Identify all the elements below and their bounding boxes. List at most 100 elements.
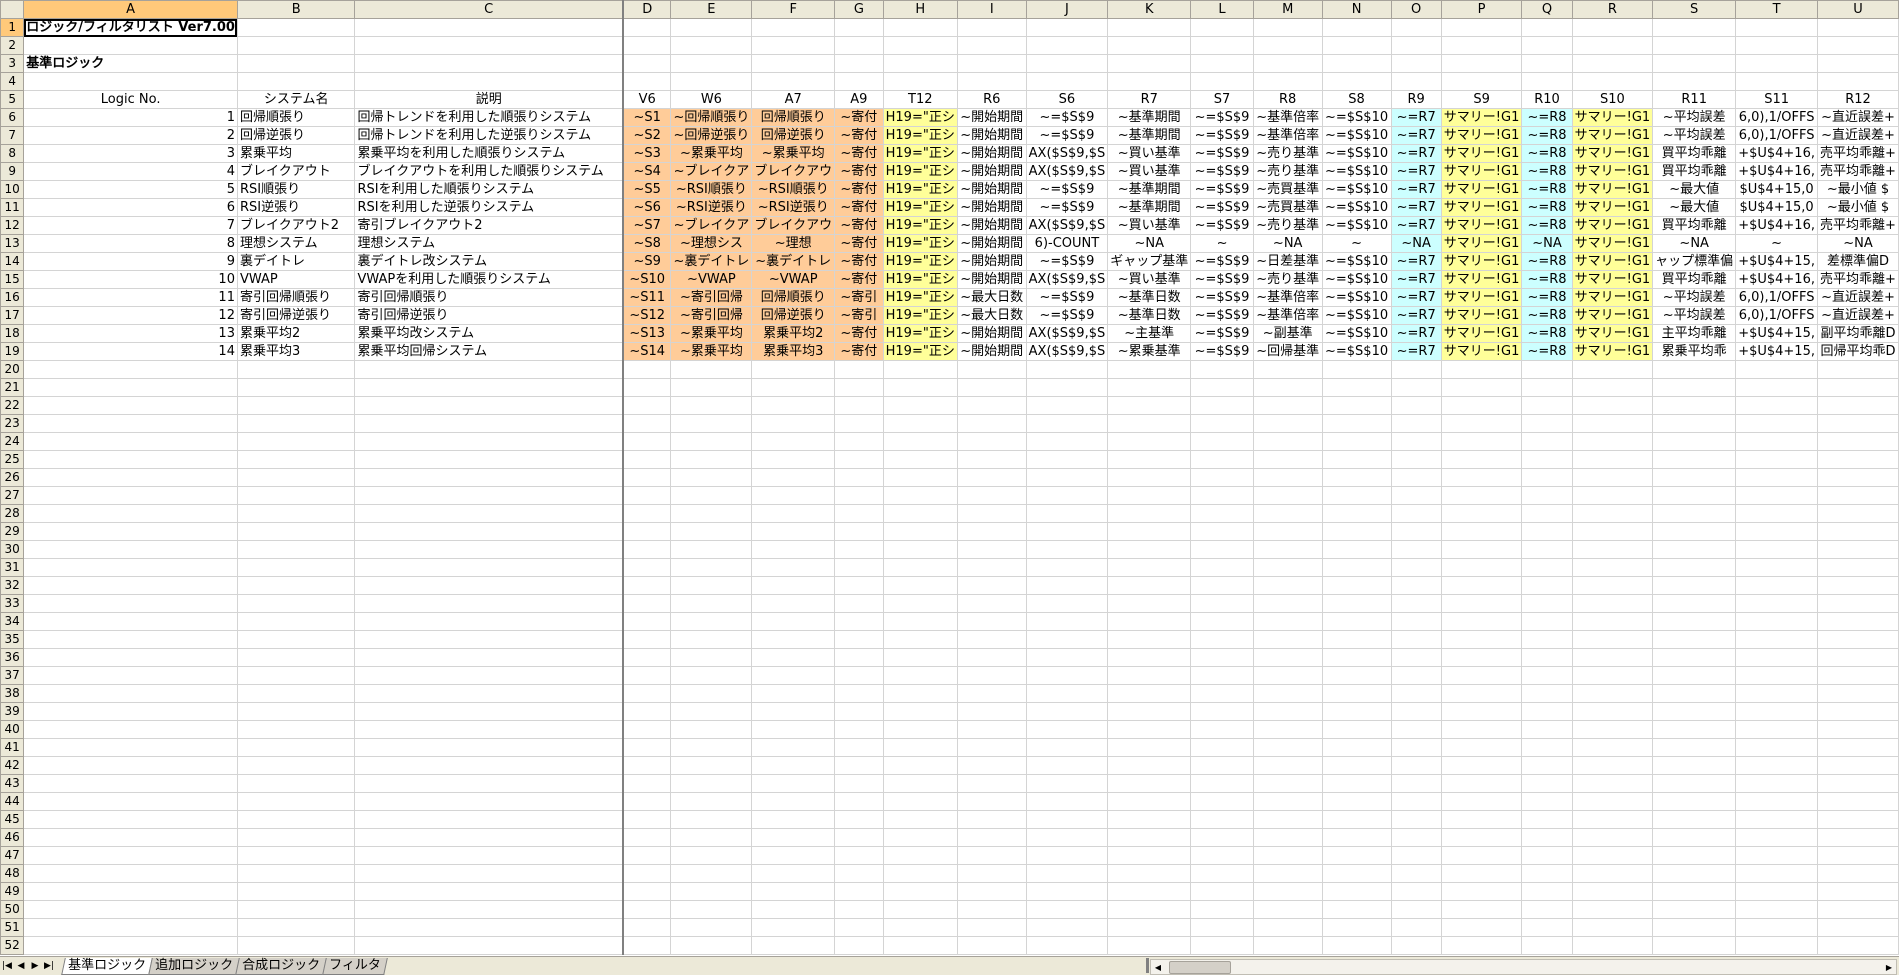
cell[interactable] (956, 810, 1027, 829)
row-header[interactable]: 3 (0, 54, 25, 73)
cell[interactable] (1390, 522, 1442, 541)
cell[interactable] (882, 666, 958, 685)
cell[interactable] (23, 918, 238, 937)
cell[interactable] (23, 612, 238, 631)
header-cell[interactable]: システム名 (236, 90, 356, 109)
cell[interactable] (1521, 558, 1573, 577)
cell[interactable] (751, 486, 836, 505)
cell[interactable] (1735, 738, 1818, 757)
row-header[interactable]: 7 (0, 126, 25, 145)
cell[interactable] (1735, 72, 1818, 91)
cell[interactable] (1190, 810, 1254, 829)
cell[interactable] (1652, 846, 1737, 865)
cell[interactable] (1521, 918, 1573, 937)
formula-cell[interactable]: ~最大値 (1652, 198, 1737, 217)
cell[interactable] (1816, 774, 1899, 793)
cell[interactable] (1735, 432, 1818, 451)
cell[interactable] (751, 666, 836, 685)
cell[interactable] (1735, 774, 1818, 793)
cell[interactable] (1735, 666, 1818, 685)
cell[interactable] (23, 792, 238, 811)
formula-cell[interactable]: ~=$S$9 (1190, 288, 1254, 307)
cell[interactable] (882, 828, 958, 847)
formula-cell[interactable]: ~平均誤差 (1652, 126, 1737, 145)
formula-cell[interactable]: ~=R8 (1521, 288, 1573, 307)
cell[interactable] (1440, 738, 1523, 757)
cell[interactable] (23, 396, 238, 415)
cell[interactable] (1440, 486, 1523, 505)
cell[interactable] (621, 594, 672, 613)
cell[interactable] (236, 864, 356, 883)
row-header[interactable]: 28 (0, 504, 25, 523)
cell[interactable] (1735, 900, 1818, 919)
cell[interactable] (1252, 486, 1323, 505)
cell[interactable] (882, 756, 958, 775)
section-title-cell[interactable]: 基準ロジック (23, 54, 238, 73)
cell[interactable] (956, 450, 1027, 469)
formula-cell[interactable]: 売平均乖離+ (1816, 162, 1899, 181)
cell[interactable] (1107, 918, 1192, 937)
cell[interactable] (1816, 468, 1899, 487)
cell[interactable] (1321, 756, 1392, 775)
cell[interactable] (354, 900, 624, 919)
formula-cell[interactable]: AX($S$9,$S (1025, 162, 1109, 181)
cell[interactable] (1107, 432, 1192, 451)
cell[interactable] (882, 630, 958, 649)
cell[interactable] (1652, 666, 1737, 685)
cell[interactable] (236, 576, 356, 595)
cell[interactable] (1440, 846, 1523, 865)
cell[interactable] (1107, 594, 1192, 613)
description-cell[interactable]: 裏デイトレ改システム (354, 252, 624, 271)
cell[interactable] (1440, 630, 1523, 649)
cell[interactable] (1025, 558, 1109, 577)
cell[interactable] (621, 558, 672, 577)
column-header-e[interactable]: E (670, 0, 753, 19)
cell[interactable] (1107, 576, 1192, 595)
cell[interactable] (1390, 18, 1442, 37)
formula-cell[interactable]: H19="正シ (882, 162, 958, 181)
cell[interactable] (751, 468, 836, 487)
description-cell[interactable]: RSIを利用した順張りシステム (354, 180, 624, 199)
cell[interactable] (1390, 756, 1442, 775)
formula-cell[interactable]: 累乗平均2 (751, 324, 836, 343)
cell[interactable] (751, 414, 836, 433)
cell[interactable] (1571, 720, 1654, 739)
cell[interactable] (1321, 612, 1392, 631)
system-name-cell[interactable]: 理想システム (236, 234, 356, 253)
row-header[interactable]: 52 (0, 936, 25, 955)
cell[interactable] (1571, 360, 1654, 379)
cell[interactable] (882, 432, 958, 451)
cell[interactable] (1025, 18, 1109, 37)
cell[interactable] (1440, 918, 1523, 937)
formula-cell[interactable]: AX($S$9,$S (1025, 270, 1109, 289)
cell[interactable] (1025, 936, 1109, 955)
formula-cell[interactable]: ~=$S$9 (1190, 270, 1254, 289)
formula-cell[interactable]: ~基準倍率 (1252, 126, 1323, 145)
row-header[interactable]: 38 (0, 684, 25, 703)
formula-cell[interactable]: ~売り基準 (1252, 162, 1323, 181)
formula-cell[interactable]: ~=R7 (1390, 198, 1442, 217)
cell[interactable] (834, 36, 884, 55)
formula-cell[interactable]: ~=R7 (1390, 324, 1442, 343)
row-header[interactable]: 23 (0, 414, 25, 433)
cell[interactable] (1521, 936, 1573, 955)
formula-cell[interactable]: ~S11 (621, 288, 672, 307)
formula-cell[interactable]: ~S13 (621, 324, 672, 343)
formula-cell[interactable]: サマリー!G1 (1571, 306, 1654, 325)
column-header-h[interactable]: H (882, 0, 958, 19)
logic-no-cell[interactable]: 14 (23, 342, 238, 361)
cell[interactable] (1252, 702, 1323, 721)
cell[interactable] (1190, 882, 1254, 901)
cell[interactable] (621, 378, 672, 397)
cell[interactable] (1190, 612, 1254, 631)
cell[interactable] (1521, 540, 1573, 559)
cell[interactable] (23, 828, 238, 847)
cell[interactable] (354, 756, 624, 775)
formula-cell[interactable]: ~=R7 (1390, 144, 1442, 163)
cell[interactable] (1521, 414, 1573, 433)
formula-cell[interactable]: ~売り基準 (1252, 270, 1323, 289)
next-sheet-icon[interactable]: ▶ (28, 959, 42, 973)
cell[interactable] (1190, 486, 1254, 505)
cell[interactable] (1190, 702, 1254, 721)
cell[interactable] (751, 918, 836, 937)
